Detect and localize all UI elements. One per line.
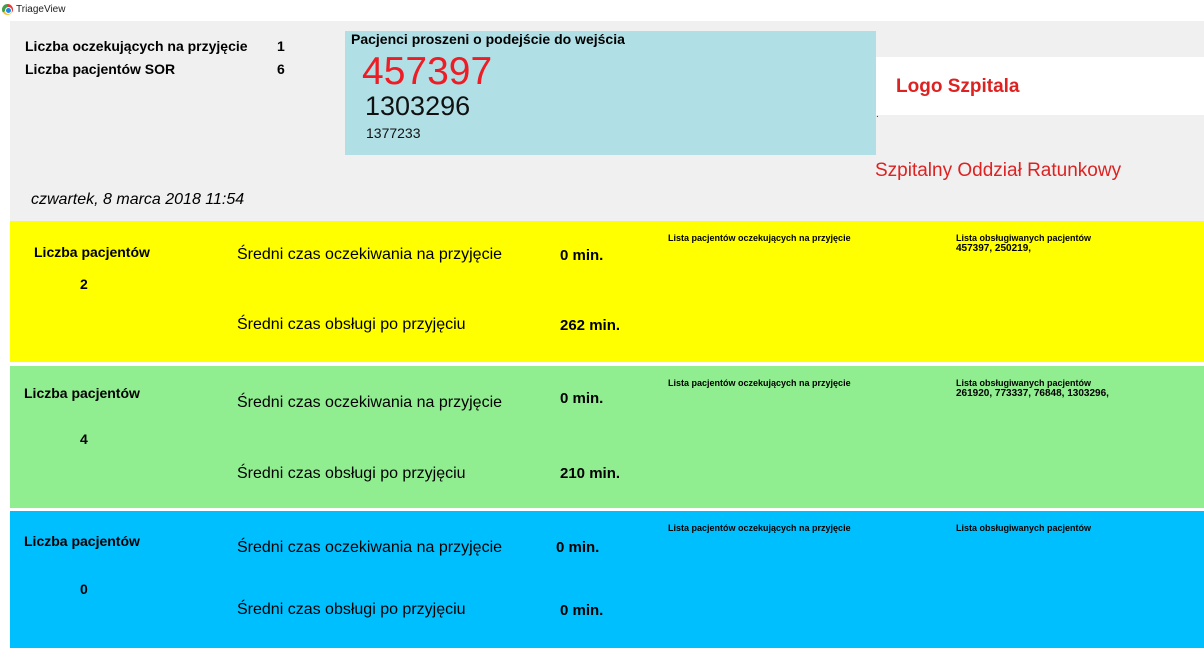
avg-service-value: 262 min.	[560, 317, 621, 334]
triage-row-yellow: Liczba pacjentów 2 Średni czas oczekiwan…	[10, 221, 1204, 362]
served-list-values: 261920, 773337, 76848, 1303296,	[956, 388, 1109, 399]
patient-count-value: 0	[80, 581, 88, 597]
called-patient-primary: 457397	[362, 50, 493, 93]
avg-service-label: Średni czas obsługi po przyjęciu	[237, 465, 466, 482]
avg-wait-value: 0 min.	[556, 539, 600, 556]
app-icon	[2, 4, 13, 15]
avg-wait-value: 0 min.	[560, 247, 604, 264]
served-list-label: Lista obsługiwanych pacjentów	[956, 233, 1092, 243]
logo-dot: .	[876, 109, 879, 120]
waiting-list-label: Lista pacjentów oczekujących na przyjęci…	[668, 523, 851, 533]
waiting-list-label: Lista pacjentów oczekujących na przyjęci…	[668, 233, 851, 243]
hospital-logo-text: Logo Szpitala	[896, 76, 1020, 97]
served-list-values: 457397, 250219,	[956, 243, 1032, 254]
patient-call-panel: Pacjenci proszeni o podejście do wejścia…	[345, 31, 876, 155]
patient-count-label: Liczba pacjentów	[24, 385, 140, 401]
window-titlebar: TriageView	[0, 0, 1204, 20]
called-patient-secondary: 1303296	[365, 91, 471, 121]
avg-service-label: Średni czas obsługi po przyjęciu	[237, 601, 466, 618]
served-list-label: Lista obsługiwanych pacjentów	[956, 523, 1092, 533]
patient-count-value: 2	[80, 276, 88, 292]
waiting-count-value: 1	[277, 38, 285, 54]
window-title: TriageView	[16, 4, 66, 15]
avg-wait-label: Średni czas oczekiwania na przyjęcie	[237, 539, 503, 556]
avg-service-label: Średni czas obsługi po przyjęciu	[237, 316, 466, 333]
hospital-logo: Logo Szpitala .	[876, 57, 1204, 120]
sor-count-value: 6	[277, 61, 285, 77]
avg-wait-label: Średni czas oczekiwania na przyjęcie	[237, 246, 503, 263]
avg-service-value: 210 min.	[560, 465, 621, 482]
triage-row-blue: Liczba pacjentów 0 Średni czas oczekiwan…	[10, 511, 1204, 648]
call-panel-heading: Pacjenci proszeni o podejście do wejścia	[351, 31, 625, 47]
patient-count-label: Liczba pacjentów	[24, 533, 140, 549]
patient-count-label: Liczba pacjentów	[34, 244, 150, 260]
served-list-label: Lista obsługiwanych pacjentów	[956, 378, 1092, 388]
avg-wait-label: Średni czas oczekiwania na przyjęcie	[237, 394, 503, 411]
ward-name: Szpitalny Oddział Ratunkowy	[875, 160, 1122, 181]
called-patient-tertiary: 1377233	[366, 125, 421, 141]
current-datetime: czwartek, 8 marca 2018 11:54	[31, 191, 245, 208]
avg-service-value: 0 min.	[560, 602, 604, 619]
waiting-list-label: Lista pacjentów oczekujących na przyjęci…	[668, 378, 851, 388]
triage-row-green: Liczba pacjentów 4 Średni czas oczekiwan…	[10, 366, 1204, 508]
patient-count-value: 4	[80, 431, 88, 447]
sor-count-label: Liczba pacjentów SOR	[25, 61, 176, 77]
waiting-count-label: Liczba oczekujących na przyjęcie	[25, 38, 248, 54]
avg-wait-value: 0 min.	[560, 390, 604, 407]
